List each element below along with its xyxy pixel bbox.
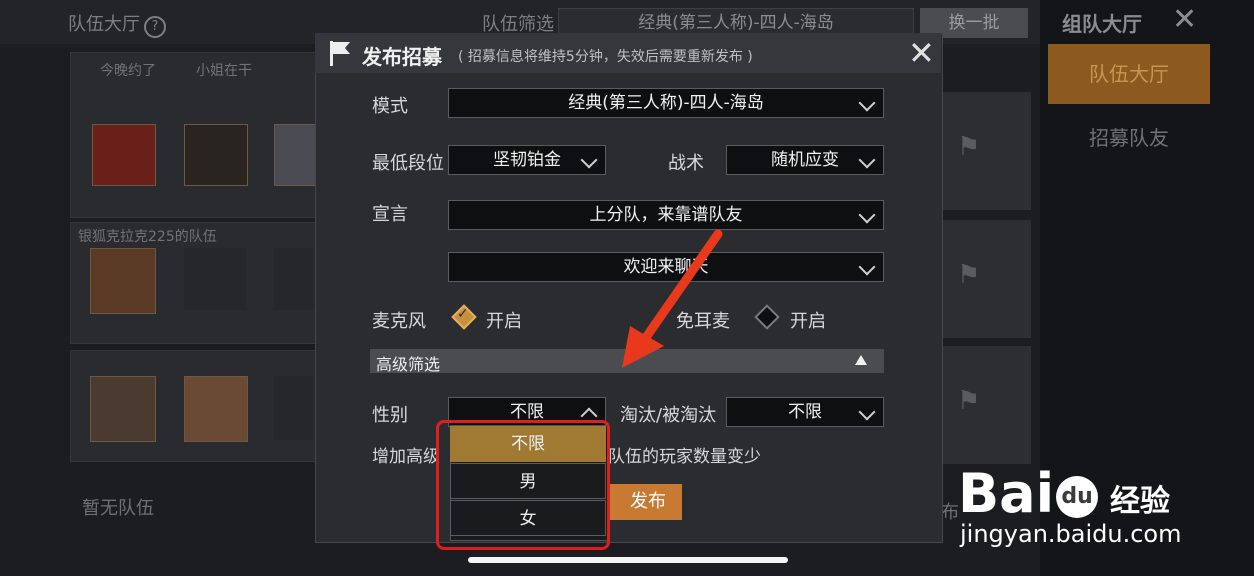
team-tag: 今晚约了 [100, 63, 156, 79]
min-rank-label: 最低段位 [372, 153, 444, 174]
recruit-slot[interactable]: ⚑ [941, 92, 1031, 210]
watermark-url: jingyan.baidu.com [960, 520, 1182, 548]
empty-team-text: 暂无队伍 [82, 498, 154, 519]
declaration-label: 宣言 [372, 204, 408, 225]
earphone-value: 开启 [790, 311, 826, 332]
bg-publish-fragment: 布 [941, 502, 959, 523]
help-icon[interactable]: ? [144, 16, 166, 38]
player-avatar [92, 124, 156, 186]
dialog-subtitle: ( 招募信息将维持5分钟，失效后需要重新发布 ) [458, 49, 753, 65]
elimination-label: 淘汰/被淘汰 [620, 405, 717, 426]
flag-add-icon: ⚑ [957, 386, 981, 416]
mode-select[interactable]: 经典(第三人称)-四人-海岛 [448, 88, 884, 118]
chevron-down-icon [858, 206, 876, 224]
team-name: 银狐克拉克225的队伍 [78, 229, 217, 245]
check-icon: ✓ [457, 306, 469, 322]
elimination-value: 不限 [788, 402, 822, 422]
min-rank-value: 坚韧铂金 [493, 150, 561, 170]
advanced-note-right: 队伍的玩家数量变少 [608, 447, 761, 467]
empty-slot [184, 248, 246, 310]
close-icon[interactable]: ✕ [1172, 2, 1197, 37]
collapse-triangle-icon[interactable] [855, 355, 867, 365]
flag-icon [326, 38, 356, 72]
player-avatar [90, 248, 156, 314]
empty-slot [274, 248, 314, 310]
dialog-title: 发布招募 [362, 45, 442, 69]
min-rank-select[interactable]: 坚韧铂金 [448, 145, 606, 175]
player-avatar [90, 376, 156, 442]
tactic-value: 随机应变 [771, 150, 839, 170]
close-icon[interactable]: ✕ [908, 34, 935, 72]
brand-text: Bai [958, 462, 1055, 525]
mode-label: 模式 [372, 96, 408, 117]
flag-add-icon: ⚑ [957, 132, 981, 162]
chevron-down-icon [858, 403, 876, 421]
chevron-down-icon [580, 151, 598, 169]
player-avatar [274, 124, 316, 186]
advanced-filter-label: 高级筛选 [376, 355, 441, 374]
player-avatar [184, 124, 248, 186]
flag-add-icon: ⚑ [957, 260, 981, 290]
lobby-title: 队伍大厅? [68, 10, 166, 38]
tactic-label: 战术 [668, 153, 704, 174]
lobby-title-text: 队伍大厅 [68, 14, 140, 35]
mode-value: 经典(第三人称)-四人-海岛 [568, 93, 764, 113]
team-hall-title: 组队大厅 [1062, 12, 1142, 36]
recruit-slot[interactable]: ⚑ [941, 346, 1031, 464]
paw-icon: du [1056, 476, 1099, 519]
mic-label: 麦克风 [372, 311, 426, 332]
empty-slot [274, 376, 314, 440]
tactic-select[interactable]: 随机应变 [726, 145, 884, 175]
tab-recruit[interactable]: 招募队友 [1048, 110, 1210, 166]
annotation-arrow-icon [622, 229, 723, 368]
chevron-down-icon [858, 94, 876, 112]
brand-cn: 经验 [1110, 484, 1170, 519]
recruit-slot[interactable]: ⚑ [941, 220, 1031, 338]
chevron-down-icon [858, 151, 876, 169]
tab-team-lobby[interactable]: 队伍大厅 [1048, 44, 1210, 104]
home-indicator [468, 557, 788, 563]
elimination-select[interactable]: 不限 [726, 397, 884, 427]
mic-value: 开启 [486, 311, 522, 332]
baidu-logo: Bai du [958, 462, 1100, 525]
team-tag: 小姐在干 [196, 63, 252, 79]
chevron-down-icon [858, 258, 876, 276]
highlight-box [436, 420, 610, 550]
gender-label: 性别 [372, 405, 408, 426]
gender-value: 不限 [510, 402, 544, 422]
advanced-note-left: 增加高级 [372, 447, 440, 467]
player-avatar [184, 376, 248, 442]
